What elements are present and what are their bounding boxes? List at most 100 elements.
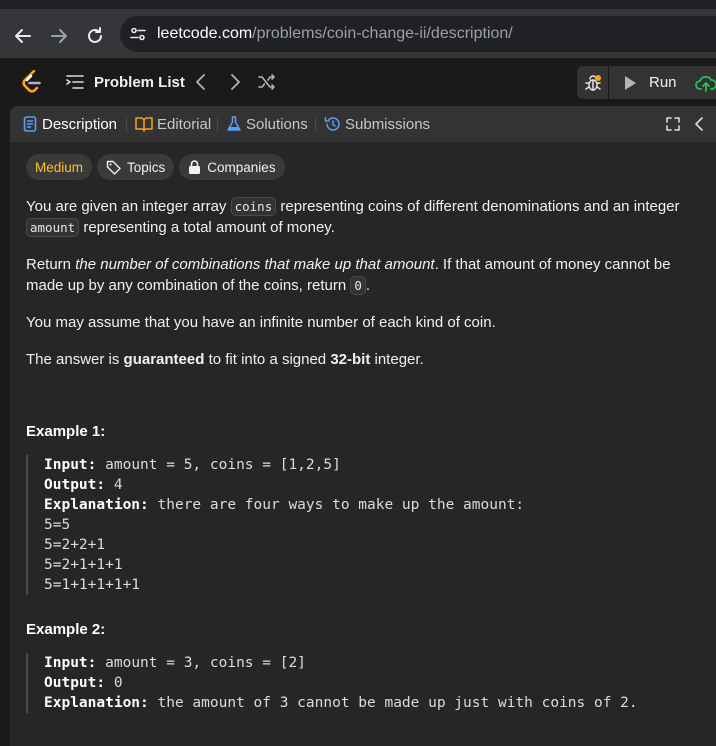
description-paragraph: The answer is guaranteed to fit into a s…: [26, 349, 706, 370]
prev-problem-button[interactable]: [194, 72, 208, 97]
tab-divider: [315, 118, 316, 132]
topics-chip[interactable]: Topics: [97, 154, 175, 180]
output-value: 0: [113, 675, 123, 691]
flask-icon: [227, 116, 241, 131]
list-icon: [66, 75, 84, 89]
description-icon: [23, 116, 37, 132]
example-explanation-line: Explanation: there are four ways to make…: [44, 495, 706, 515]
tab-submissions[interactable]: Submissions: [324, 106, 430, 142]
leetcode-logo-icon: [22, 69, 41, 93]
example-input-line: Input: amount = 5, coins = [1,2,5]: [44, 455, 706, 475]
inline-code: coins: [230, 197, 277, 216]
panel-tabbar: Description Editorial Solutions Submissi…: [10, 106, 716, 142]
next-problem-button[interactable]: [228, 72, 242, 97]
leetcode-navbar: Problem List Run: [0, 58, 716, 106]
random-problem-button[interactable]: [258, 73, 276, 96]
problem-list-button[interactable]: Problem List: [66, 70, 185, 94]
tag-icon: [106, 160, 121, 175]
text-run: to fit into a signed: [204, 351, 331, 368]
text-run: You are given an integer array: [26, 198, 231, 215]
shuffle-icon: [258, 74, 275, 90]
url-host: leetcode.com: [157, 25, 253, 42]
description-panel: Description Editorial Solutions Submissi…: [10, 106, 716, 746]
tab-editorial-label: Editorial: [157, 115, 212, 133]
output-label: Output:: [44, 477, 106, 493]
run-submit-group: Run: [577, 66, 716, 99]
bug-icon: [584, 74, 601, 91]
output-value: 4: [113, 477, 123, 493]
input-label: Input:: [44, 457, 97, 473]
chevron-left-icon: [196, 74, 205, 90]
example-output-line: Output: 4: [44, 475, 706, 495]
inline-code: 0: [350, 276, 366, 295]
bold-text: guaranteed: [123, 351, 205, 368]
url-text: leetcode.com/problems/coin-change-ii/des…: [157, 25, 513, 43]
tab-divider: [126, 118, 127, 132]
input-label: Input:: [44, 655, 97, 671]
example-line: 5=5: [44, 517, 71, 533]
cloud-upload-icon: [695, 75, 716, 92]
example-block: Input: amount = 3, coins = [2] Output: 0…: [26, 653, 706, 713]
expand-icon: [666, 117, 680, 131]
example-line: 5=2+2+1: [44, 537, 106, 553]
reload-button[interactable]: [82, 23, 108, 49]
debug-button[interactable]: [577, 66, 609, 99]
topics-label: Topics: [127, 159, 166, 175]
url-path: /problems/coin-change-ii/description/: [252, 25, 513, 42]
submit-button[interactable]: [695, 73, 716, 98]
back-button[interactable]: [10, 23, 36, 49]
tab-divider: [217, 118, 218, 132]
text-run: representing a total amount of money.: [79, 219, 335, 236]
inline-code: amount: [26, 218, 80, 237]
companies-chip[interactable]: Companies: [179, 154, 285, 180]
tab-solutions[interactable]: Solutions: [226, 106, 308, 142]
collapse-panel-button[interactable]: [693, 116, 705, 137]
output-label: Output:: [44, 675, 106, 691]
lock-icon: [189, 160, 201, 174]
text-run: representing coins of different denomina…: [276, 198, 680, 215]
description-paragraph: Return the number of combinations that m…: [26, 254, 706, 296]
input-value: amount = 3, coins = [2]: [105, 655, 306, 671]
history-icon: [324, 116, 340, 131]
example-title: Example 2:: [26, 621, 106, 638]
text-run: .: [365, 277, 371, 294]
forward-button[interactable]: [46, 23, 72, 49]
address-bar[interactable]: leetcode.com/problems/coin-change-ii/des…: [120, 16, 716, 52]
reload-icon: [88, 27, 102, 43]
text-run: The answer is: [26, 351, 124, 368]
problem-description: Medium Topics Companies You are given an…: [26, 154, 706, 713]
arrow-left-icon: [15, 29, 31, 43]
bold-text: 32-bit: [330, 351, 371, 368]
play-icon: [625, 75, 636, 90]
leetcode-logo[interactable]: [22, 69, 42, 99]
difficulty-label: Medium: [35, 159, 84, 175]
text-run: integer.: [370, 351, 424, 368]
tab-editorial[interactable]: Editorial: [135, 106, 211, 142]
text-run: Return: [26, 256, 76, 273]
maximize-panel-button[interactable]: [665, 116, 681, 137]
explanation-value: there are four ways to make up the amoun…: [157, 497, 525, 513]
run-button[interactable]: Run: [611, 66, 687, 99]
description-paragraph: You are given an integer array coins rep…: [26, 196, 706, 238]
emphasis-text: the number of combinations that make up …: [75, 256, 435, 273]
browser-toolbar: leetcode.com/problems/coin-change-ii/des…: [0, 0, 716, 58]
problem-list-label: Problem List: [94, 73, 185, 91]
difficulty-badge: Medium: [26, 154, 93, 180]
example-line: 5=2+1+1+1: [44, 557, 123, 573]
chevron-right-icon: [231, 74, 240, 90]
companies-label: Companies: [207, 159, 276, 175]
tab-description[interactable]: Description: [22, 106, 117, 142]
problem-tags: Medium Topics Companies: [26, 154, 706, 180]
tab-solutions-label: Solutions: [246, 115, 308, 133]
input-value: amount = 5, coins = [1,2,5]: [105, 457, 341, 473]
example-title: Example 1:: [26, 423, 106, 440]
tab-submissions-label: Submissions: [345, 115, 431, 133]
tab-description-label: Description: [42, 115, 118, 133]
site-settings-icon: [130, 27, 146, 41]
example-block: Input: amount = 5, coins = [1,2,5] Outpu…: [26, 455, 706, 595]
example-input-line: Input: amount = 3, coins = [2]: [44, 653, 706, 673]
explanation-value: the amount of 3 cannot be made up just w…: [157, 695, 638, 711]
example-output-line: Output: 0: [44, 673, 706, 693]
chevron-left-icon: [695, 117, 703, 131]
example-line: 5=1+1+1+1+1: [44, 577, 141, 593]
